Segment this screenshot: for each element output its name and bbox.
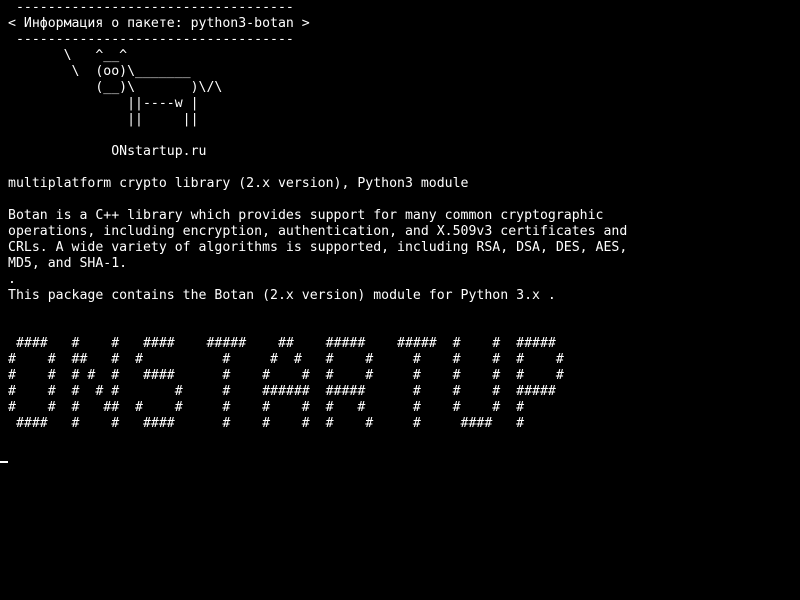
banner-ascii-line-2: # # ## # # # # # # # # # # # # bbox=[8, 352, 564, 367]
cowsay-border-bottom: ----------------------------------- bbox=[8, 32, 294, 47]
package-description-line-3: CRLs. A wide variety of algorithms is su… bbox=[8, 240, 628, 255]
cow-ascii-line-1: \ ^__^ bbox=[8, 48, 128, 63]
cowsay-message: < Информация о пакете: python3-botan > bbox=[8, 16, 310, 31]
package-description-line-1: Botan is a C++ library which provides su… bbox=[8, 208, 604, 223]
package-summary: multiplatform crypto library (2.x versio… bbox=[8, 176, 469, 191]
site-signature: ONstartup.ru bbox=[8, 144, 207, 159]
cow-ascii-line-4: ||----w | bbox=[8, 96, 199, 111]
cow-ascii-line-5: || || bbox=[8, 112, 199, 127]
text-cursor bbox=[0, 461, 8, 463]
banner-ascii-line-6: #### # # #### # # # # # # #### # bbox=[8, 416, 525, 431]
banner-ascii-line-5: # # # ## # # # # # # # # # # # bbox=[8, 400, 525, 415]
cow-ascii-line-3: (__)\ )\/\ bbox=[8, 80, 223, 95]
package-description-line-5: This package contains the Botan (2.x ver… bbox=[8, 288, 556, 303]
cow-ascii-line-2: \ (oo)\_______ bbox=[8, 64, 191, 79]
banner-ascii-line-3: # # # # # #### # # # # # # # # # # bbox=[8, 368, 564, 383]
terminal-screen[interactable]: ----------------------------------- < Ин… bbox=[0, 0, 800, 600]
package-description-line-2: operations, including encryption, authen… bbox=[8, 224, 628, 239]
cowsay-border-top: ----------------------------------- bbox=[8, 0, 294, 15]
package-description-line-4: MD5, and SHA-1. bbox=[8, 256, 128, 271]
package-description-separator: . bbox=[8, 272, 16, 287]
banner-ascii-line-1: #### # # #### ##### ## ##### ##### # # #… bbox=[8, 336, 556, 351]
banner-ascii-line-4: # # # # # # # ###### ##### # # # ##### bbox=[8, 384, 556, 399]
